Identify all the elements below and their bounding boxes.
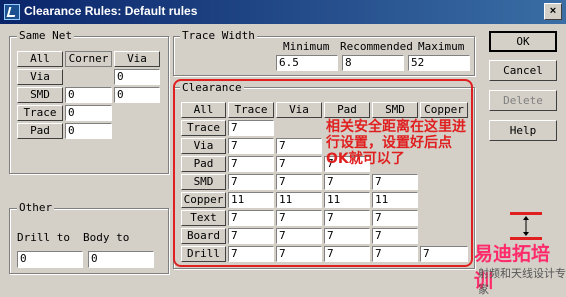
trace-width-max-label: Maximum bbox=[418, 40, 465, 53]
same-net-row-trace[interactable]: Trace bbox=[17, 105, 63, 121]
same-net-col-corner: Corner bbox=[65, 51, 112, 67]
same-net-pad-corner-input[interactable]: 0 bbox=[65, 123, 112, 139]
ok-button[interactable]: OK bbox=[489, 31, 557, 52]
body-to-input[interactable]: 0 bbox=[88, 251, 154, 268]
trace-width-legend: Trace Width bbox=[180, 29, 257, 42]
title-bar: Clearance Rules: Default rules × bbox=[0, 0, 566, 24]
same-net-all-button[interactable]: All bbox=[17, 51, 63, 67]
trace-width-min-input[interactable]: 6.5 bbox=[276, 55, 338, 71]
same-net-smd-via-input[interactable]: 0 bbox=[114, 87, 160, 103]
annotation-text: 相关安全距离在这里进行设置，设置好后点OK就可以了 bbox=[326, 119, 466, 167]
delete-button[interactable]: Delete bbox=[489, 90, 557, 111]
same-net-smd-corner-input[interactable]: 0 bbox=[65, 87, 112, 103]
other-legend: Other bbox=[17, 201, 55, 214]
annotation-highlight-box bbox=[173, 79, 473, 267]
drill-to-label: Drill to bbox=[17, 231, 70, 244]
trace-width-min-label: Minimum bbox=[283, 40, 330, 53]
trace-width-rec-label: Recommended bbox=[340, 40, 413, 53]
same-net-row-pad[interactable]: Pad bbox=[17, 123, 63, 139]
help-button[interactable]: Help bbox=[489, 120, 557, 141]
same-net-trace-corner-input[interactable]: 0 bbox=[65, 105, 112, 121]
drill-to-input[interactable]: 0 bbox=[17, 251, 83, 268]
trace-width-rec-input[interactable]: 8 bbox=[342, 55, 404, 71]
trace-width-max-input[interactable]: 52 bbox=[408, 55, 470, 71]
same-net-row-smd[interactable]: SMD bbox=[17, 87, 63, 103]
same-net-via-via-input[interactable]: 0 bbox=[114, 69, 160, 85]
watermark-subtitle: 射频和天线设计专家 bbox=[478, 267, 566, 296]
same-net-legend: Same Net bbox=[17, 29, 74, 42]
same-net-row-via[interactable]: Via bbox=[17, 69, 63, 85]
app-icon bbox=[4, 4, 20, 20]
same-net-col-via[interactable]: Via bbox=[114, 51, 160, 67]
window-title: Clearance Rules: Default rules bbox=[24, 4, 198, 18]
body-to-label: Body to bbox=[83, 231, 130, 244]
close-button[interactable]: × bbox=[544, 3, 562, 20]
cancel-button[interactable]: Cancel bbox=[489, 60, 557, 81]
